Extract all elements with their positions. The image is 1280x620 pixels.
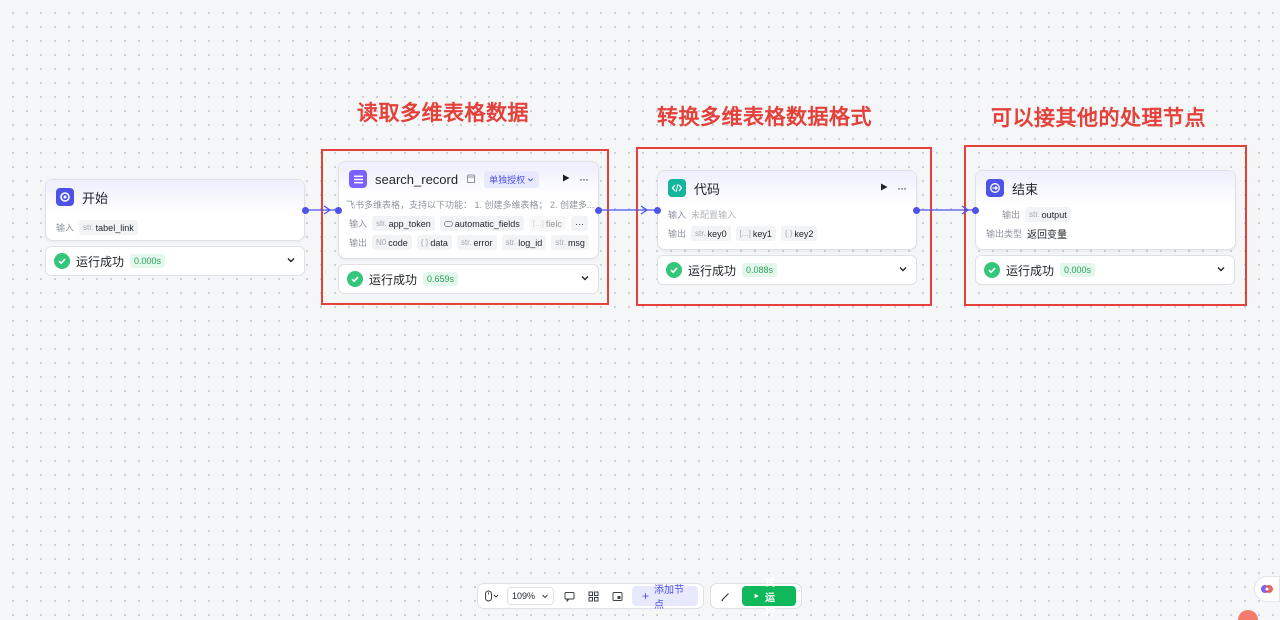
success-check-icon [984, 262, 1000, 278]
code-status-text: 运行成功 [688, 263, 737, 278]
code-input-port[interactable] [654, 207, 661, 214]
code-status-time: 0.088s [742, 263, 778, 277]
search-input-port[interactable] [335, 207, 342, 214]
plus-icon: + [642, 589, 650, 603]
start-status-time: 0.000s [130, 254, 166, 268]
end-status-bar[interactable]: 运行成功 0.000s [975, 255, 1235, 285]
end-input-port[interactable] [972, 207, 979, 214]
chevron-down-icon[interactable] [898, 261, 908, 279]
play-icon[interactable] [561, 170, 571, 188]
more-icon[interactable]: ··· [897, 181, 907, 195]
start-status-bar[interactable]: 运行成功 0.000s [45, 246, 305, 276]
search-status-time: 0.659s [423, 272, 459, 286]
end-status-time: 0.000s [1060, 263, 1096, 277]
start-input-param: str. tabel_link [79, 220, 138, 235]
end-output-label: 输出 [1002, 210, 1021, 220]
avatar[interactable] [1238, 610, 1258, 620]
annotation-read-title: 读取多维表格数据 [357, 101, 529, 125]
run-toolbar: 试运行 [710, 578, 802, 619]
zoom-select[interactable]: 109% [507, 587, 555, 605]
start-node[interactable]: 开始 输入 str. tabel_link [45, 179, 305, 241]
search-status-bar[interactable]: 运行成功 0.659s [338, 264, 599, 294]
chevron-down-icon[interactable] [580, 270, 590, 288]
output-param-error: str. error [456, 235, 497, 250]
code-icon [668, 179, 686, 197]
exit-icon [986, 179, 1004, 197]
end-node-title: 结束 [1012, 181, 1039, 197]
toggle-icon [443, 220, 453, 227]
code-input-label: 输入 [668, 210, 687, 220]
minimap-icon[interactable] [608, 586, 626, 606]
output-param-key0: str. key0 [691, 226, 731, 241]
end-output-type-value: 返回变量 [1027, 230, 1068, 241]
edit-icon[interactable] [716, 586, 734, 606]
annotation-other-title: 可以接其他的处理节点 [991, 106, 1206, 130]
output-param-key1: [...] key1 [735, 226, 776, 241]
input-param-app-token: str. app_token [372, 216, 435, 231]
end-node[interactable]: 结束 输出 str. output 输出类型 返回变量 [975, 170, 1236, 250]
success-check-icon [666, 262, 682, 278]
layout-grid-icon[interactable] [584, 586, 602, 606]
start-node-title: 开始 [82, 190, 109, 206]
search-input-label: 输入 [349, 219, 368, 229]
code-input-placeholder: 未配置输入 [691, 210, 737, 220]
more-icon[interactable]: ··· [579, 172, 589, 186]
code-node-title: 代码 [694, 181, 721, 197]
success-check-icon [54, 253, 70, 269]
search-output-port[interactable] [595, 207, 602, 214]
canvas-toolbar: 109% + 添加节点 [477, 583, 704, 611]
test-run-label: 试运行 [765, 577, 776, 619]
code-node[interactable]: 代码 ··· 输入 未配置输入 输出 str. key0 [...] key1 { … [657, 170, 917, 250]
end-output-type-label: 输出类型 [986, 229, 1023, 239]
comment-icon[interactable] [560, 586, 578, 606]
start-status-text: 运行成功 [76, 254, 125, 269]
input-param-automatic-fields: automatic_fields [439, 216, 524, 231]
end-status-text: 运行成功 [1006, 263, 1055, 278]
table-icon [349, 170, 367, 188]
input-param-field: [...] fielc [528, 216, 566, 231]
brain-icon [1261, 585, 1273, 593]
play-icon[interactable] [879, 179, 889, 197]
mouse-mode-button[interactable] [483, 586, 501, 606]
zoom-value: 109% [512, 591, 536, 601]
end-output-param: str. output [1025, 207, 1071, 222]
output-param-key2: { } key2 [780, 226, 818, 241]
code-status-bar[interactable]: 运行成功 0.088s [657, 255, 917, 285]
start-input-label: 输入 [56, 223, 75, 233]
add-node-button[interactable]: + 添加节点 [632, 585, 698, 611]
more-inputs-button[interactable]: ··· [571, 216, 588, 231]
search-status-text: 运行成功 [369, 272, 418, 287]
search-node-title: search_record [375, 171, 459, 187]
output-param-log-id: str. log_id [501, 235, 547, 250]
store-icon [466, 174, 476, 184]
start-icon [56, 188, 74, 206]
search-node-description: 飞书多维表格，支持以下功能： 1. 创建多维表格； 2. 创建多... [346, 200, 595, 210]
start-output-port[interactable] [302, 207, 309, 214]
auth-badge[interactable]: 单独授权 [484, 170, 540, 188]
chevron-down-icon [542, 594, 548, 599]
code-output-label: 输出 [668, 229, 687, 239]
add-node-label: 添加节点 [654, 585, 685, 611]
chevron-down-icon[interactable] [286, 252, 296, 270]
assistant-float-button[interactable] [1254, 576, 1280, 602]
search-output-label: 输出 [349, 238, 368, 248]
annotation-convert-title: 转换多维表格数据格式 [657, 105, 872, 129]
output-param-msg: str. msg [551, 235, 589, 250]
success-check-icon [347, 271, 363, 287]
play-icon [754, 593, 759, 599]
output-param-data: { } data [416, 235, 452, 250]
code-output-port[interactable] [913, 207, 920, 214]
search-record-node[interactable]: search_record 单独授权 ··· 飞书多维表格，支持以下功能： 1.… [338, 161, 599, 259]
edges-layer [306, 205, 974, 215]
chevron-down-icon[interactable] [1216, 261, 1226, 279]
output-param-code: N0 code [372, 235, 412, 250]
test-run-button[interactable]: 试运行 [742, 578, 796, 619]
